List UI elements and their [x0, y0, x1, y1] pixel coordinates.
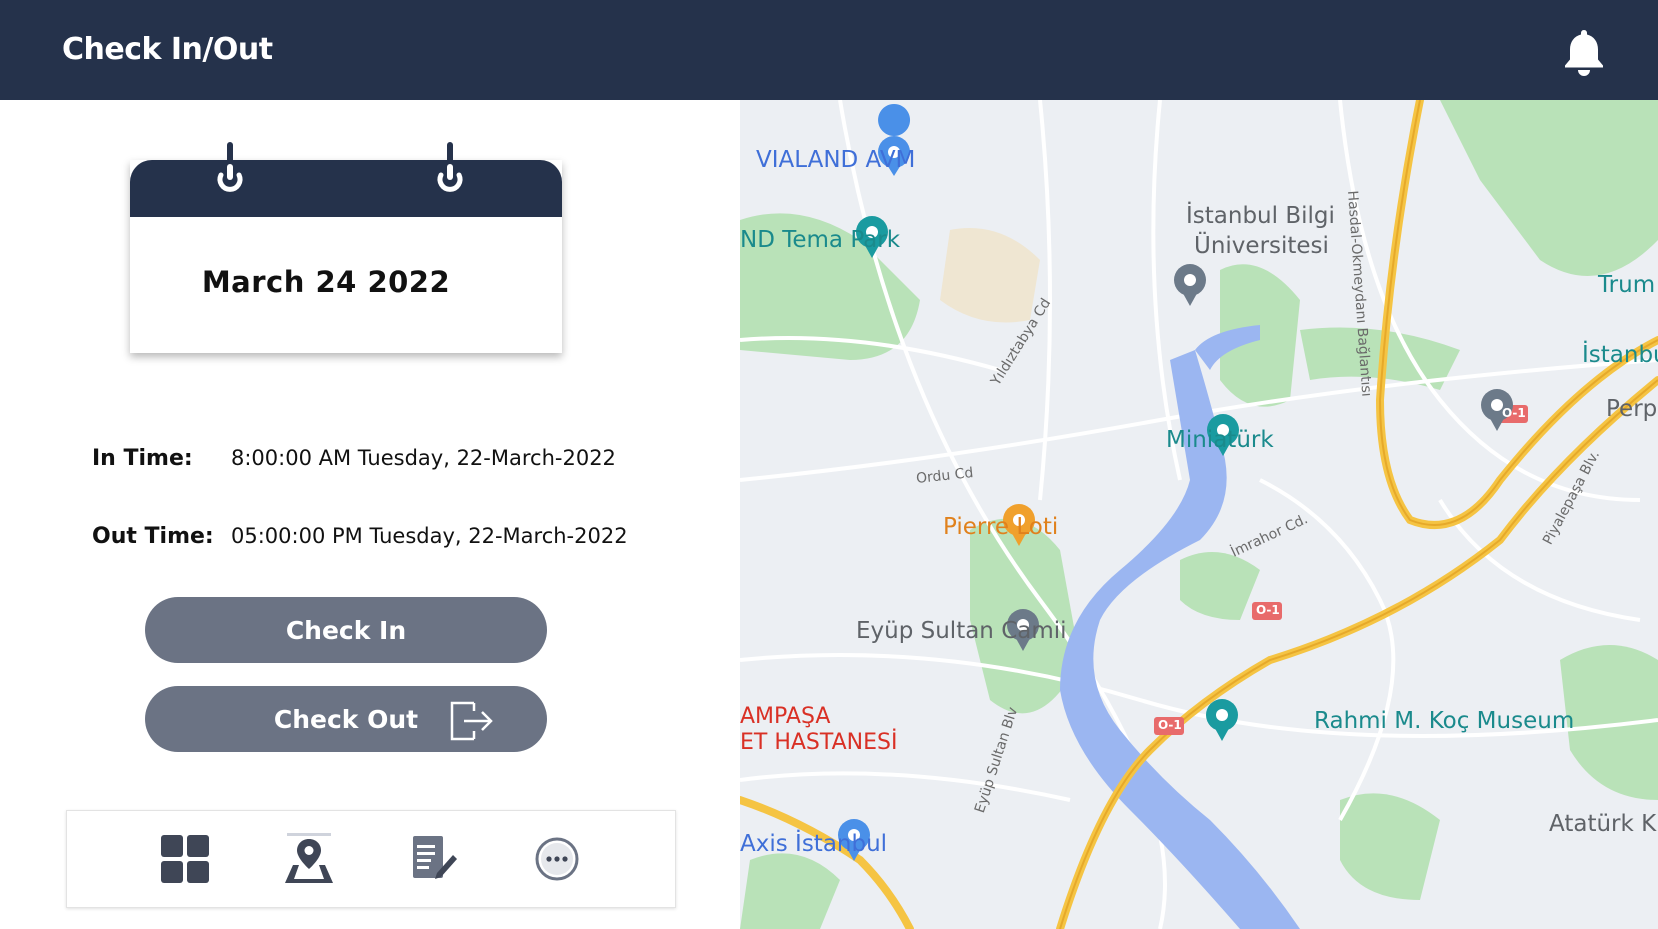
calendar-header — [130, 160, 562, 217]
check-in-label: Check In — [285, 615, 407, 645]
map-label-bilgi-2: Üniversitesi — [1194, 233, 1329, 259]
calendar-card: March 24 2022 — [130, 142, 562, 353]
check-in-button[interactable]: Check In — [145, 597, 547, 663]
map-label-hastane-1: AMPAŞA — [740, 704, 831, 729]
top-header: Check In/Out — [0, 0, 1658, 100]
notification-bell-icon[interactable] — [1562, 28, 1606, 76]
map-label-pierre-loti: Pierre Loti — [943, 514, 1059, 540]
map-label-ataturk: Atatürk K — [1549, 811, 1657, 837]
map-label-perpa: Perp — [1606, 396, 1658, 422]
out-time-label: Out Time: — [92, 524, 214, 549]
map-label-vialand: VIALAND AVM — [756, 147, 916, 173]
app-root: Check In/Out March 24 2022 In Time: 8:00… — [0, 0, 1658, 929]
map-label-bilgi-1: İstanbul Bilgi — [1186, 203, 1335, 229]
page-title: Check In/Out — [62, 32, 273, 67]
map-label-trump: Trum — [1598, 272, 1656, 298]
map-label-rahmi: Rahmi M. Koç Museum — [1314, 708, 1575, 734]
calendar-date: March 24 2022 — [201, 265, 451, 299]
in-time-value: 8:00:00 AM Tuesday, 22-March-2022 — [231, 446, 616, 470]
more-options-icon[interactable] — [531, 833, 583, 885]
check-out-button[interactable]: Check Out — [145, 686, 547, 752]
map-label-miniaturk: Miniatürk — [1166, 427, 1274, 453]
map-label-tema-park: ND Tema Park — [740, 227, 901, 253]
check-panel: March 24 2022 In Time: 8:00:00 AM Tuesda… — [0, 100, 740, 929]
edit-notes-icon[interactable] — [407, 833, 459, 885]
dashboard-icon[interactable] — [159, 833, 211, 885]
in-time-label: In Time: — [92, 446, 193, 471]
map-label-axis: Axis İstanbul — [740, 831, 888, 857]
calendar-ring-icon — [217, 142, 243, 192]
check-out-label: Check Out — [273, 704, 419, 734]
calendar-ring-icon — [437, 142, 463, 192]
highway-shield-label: O-1 — [1158, 718, 1182, 732]
out-time-value: 05:00:00 PM Tuesday, 22-March-2022 — [231, 524, 628, 548]
map-label-istanbu: İstanbu — [1582, 342, 1658, 368]
bottom-nav — [66, 810, 676, 908]
highway-shield-label: O-1 — [1502, 406, 1526, 420]
map-label-eyup: Eyüp Sultan Camii — [856, 618, 1067, 644]
map-view[interactable]: VIALAND AVM ND Tema Park İstanbul Bilgi … — [740, 100, 1658, 929]
logout-icon — [450, 701, 493, 741]
map-location-icon[interactable] — [283, 833, 335, 885]
map-label-hastane-2: ET HASTANESİ — [740, 730, 898, 755]
highway-shield-label: O-1 — [1256, 603, 1280, 617]
